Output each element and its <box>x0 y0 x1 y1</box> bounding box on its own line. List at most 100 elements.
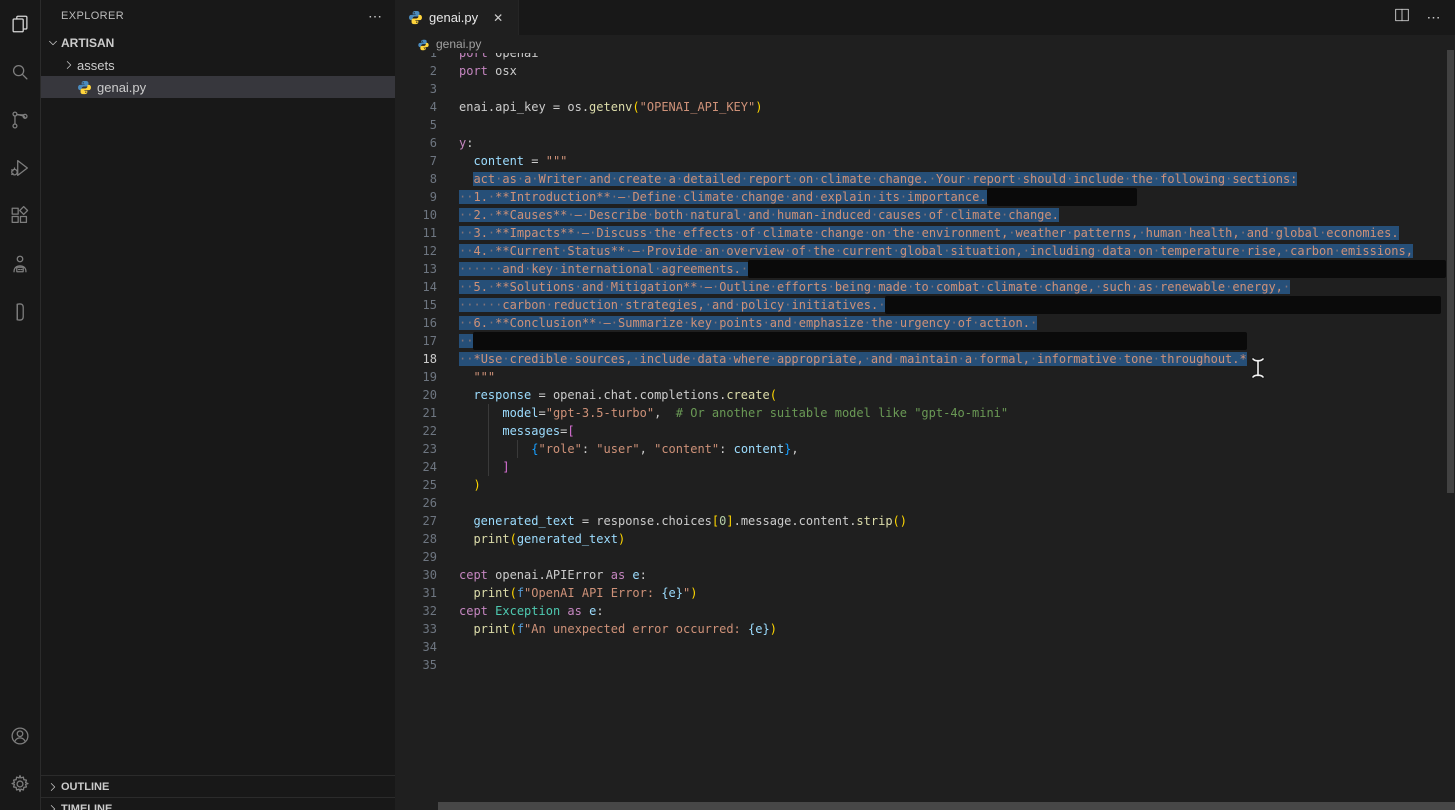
line-number: 4 <box>396 98 437 116</box>
code-line-28[interactable]: 28 print(generated_text) <box>396 530 1455 548</box>
code-token: ··1.·**Introduction**·—·Define·climate·c… <box>459 190 987 204</box>
code-token: "user" <box>596 442 639 456</box>
code-line-11[interactable]: 11··3.·**Impacts**·—·Discuss·the·effects… <box>396 224 1455 242</box>
line-number: 3 <box>396 80 437 98</box>
line-number: 14 <box>396 278 437 296</box>
line-number: 25 <box>396 476 437 494</box>
code-token: """ <box>546 154 568 168</box>
tab-genai-py[interactable]: genai.py ✕ <box>396 0 519 35</box>
activity-person-extension-button[interactable] <box>0 240 40 288</box>
tab-close-icon[interactable]: ✕ <box>488 8 508 28</box>
code-token <box>459 154 473 168</box>
code-token: : <box>582 442 596 456</box>
explorer-more-actions-icon[interactable]: ⋯ <box>368 8 383 25</box>
activity-search-button[interactable] <box>0 48 40 96</box>
code-line-20[interactable]: 20 response = openai.chat.completions.cr… <box>396 386 1455 404</box>
code-line-22[interactable]: 22 messages=[ <box>396 422 1455 440</box>
horizontal-scrollbar-thumb[interactable] <box>438 802 1455 810</box>
activity-settings-gear-button[interactable] <box>0 760 40 808</box>
line-number: 17 <box>396 332 437 350</box>
code-line-34[interactable]: 34 <box>396 638 1455 656</box>
code-line-32[interactable]: 32cept Exception as e: <box>396 602 1455 620</box>
activity-files-button[interactable] <box>0 0 40 48</box>
code-token: ) <box>770 622 777 636</box>
code-token: , <box>654 406 676 420</box>
code-token: f <box>517 586 524 600</box>
person-extension-icon <box>9 253 31 275</box>
code-line-7[interactable]: 7 content = """ <box>396 152 1455 170</box>
code-token: ··6.·**Conclusion**·—·Summarize·key·poin… <box>459 316 1037 330</box>
code-line-33[interactable]: 33 print(f"An unexpected error occurred:… <box>396 620 1455 638</box>
code-token: cept <box>459 604 488 618</box>
code-line-16[interactable]: 16··6.·**Conclusion**·—·Summarize·key·po… <box>396 314 1455 332</box>
code-line-30[interactable]: 30cept openai.APIError as e: <box>396 566 1455 584</box>
activity-bar <box>0 0 41 810</box>
panel-outline[interactable]: OUTLINE <box>41 775 395 798</box>
tree-item-genai-py[interactable]: genai.py <box>41 76 395 98</box>
code-line-14[interactable]: 14··5.·**Solutions·and·Mitigation**·—·Ou… <box>396 278 1455 296</box>
code-line-2[interactable]: 2port osx <box>396 62 1455 80</box>
line-number: 10 <box>396 206 437 224</box>
editor-body[interactable]: genai.py 1port openai2port osx34enai.api… <box>396 35 1455 810</box>
code-line-6[interactable]: 6y: <box>396 134 1455 152</box>
panel-timeline[interactable]: TIMELINE <box>41 797 395 810</box>
panel-label: OUTLINE <box>61 781 109 793</box>
redacted-block <box>987 188 1137 206</box>
code-line-18[interactable]: 18··*Use·credible·sources,·include·data·… <box>396 350 1455 368</box>
code-line-8[interactable]: 8 act·as·a·Writer·and·create·a·detailed·… <box>396 170 1455 188</box>
breadcrumb[interactable]: genai.py <box>396 35 1455 53</box>
code-line-29[interactable]: 29 <box>396 548 1455 566</box>
code-line-23[interactable]: 23 {"role": "user", "content": content}, <box>396 440 1455 458</box>
code-token: ( <box>510 586 517 600</box>
vertical-scrollbar-thumb[interactable] <box>1447 50 1454 493</box>
code-token <box>459 406 502 420</box>
code-line-24[interactable]: 24 ] <box>396 458 1455 476</box>
code-line-27[interactable]: 27 generated_text = response.choices[0].… <box>396 512 1455 530</box>
code-line-9[interactable]: 9··1.·**Introduction**·—·Define·climate·… <box>396 188 1455 206</box>
code-line-12[interactable]: 12··4.·**Current·Status**·—·Provide·an·o… <box>396 242 1455 260</box>
activity-account-button[interactable] <box>0 712 40 760</box>
code-line-13[interactable]: 13······and·key·international·agreements… <box>396 260 1455 278</box>
code-lines: 1port openai2port osx34enai.api_key = os… <box>396 44 1455 674</box>
code-line-19[interactable]: 19 """ <box>396 368 1455 386</box>
line-number: 20 <box>396 386 437 404</box>
code-line-31[interactable]: 31 print(f"OpenAI API Error: {e}") <box>396 584 1455 602</box>
redacted-block <box>885 296 1441 314</box>
code-line-3[interactable]: 3 <box>396 80 1455 98</box>
tree-item-assets[interactable]: assets <box>41 54 395 76</box>
code-token: ··3.·**Impacts**·—·Discuss·the·effects·o… <box>459 226 1399 240</box>
activity-run-debug-button[interactable] <box>0 144 40 192</box>
code-line-35[interactable]: 35 <box>396 656 1455 674</box>
code-token: ] <box>726 514 733 528</box>
code-token <box>459 586 473 600</box>
breadcrumb-file-label: genai.py <box>436 37 481 51</box>
search-icon <box>9 61 31 83</box>
line-number: 8 <box>396 170 437 188</box>
indent-guide <box>488 404 489 422</box>
code-line-25[interactable]: 25 ) <box>396 476 1455 494</box>
split-editor-button[interactable] <box>1389 5 1415 31</box>
code-line-15[interactable]: 15······carbon·reduction·strategies,·and… <box>396 296 1455 314</box>
code-line-26[interactable]: 26 <box>396 494 1455 512</box>
activity-extensions-button[interactable] <box>0 192 40 240</box>
chevron-right-icon <box>61 57 77 73</box>
code-line-5[interactable]: 5 <box>396 116 1455 134</box>
code-token: : <box>596 604 603 618</box>
code-token: ) <box>473 478 480 492</box>
code-token: generated_text <box>473 514 574 528</box>
code-token: osx <box>488 64 517 78</box>
line-number: 30 <box>396 566 437 584</box>
code-token: "role" <box>538 442 581 456</box>
line-number: 32 <box>396 602 437 620</box>
code-token: "gpt-3.5-turbo" <box>546 406 654 420</box>
activity-source-control-button[interactable] <box>0 96 40 144</box>
tree-root-folder[interactable]: ARTISAN <box>41 32 395 54</box>
code-line-21[interactable]: 21 model="gpt-3.5-turbo", # Or another s… <box>396 404 1455 422</box>
activity-book-extension-button[interactable] <box>0 288 40 336</box>
code-token: f <box>517 622 524 636</box>
line-number: 35 <box>396 656 437 674</box>
code-line-17[interactable]: 17·· <box>396 332 1455 350</box>
more-actions-button[interactable]: ⋯ <box>1421 5 1447 31</box>
code-line-10[interactable]: 10··2.·**Causes**·—·Describe·both·natura… <box>396 206 1455 224</box>
code-line-4[interactable]: 4enai.api_key = os.getenv("OPENAI_API_KE… <box>396 98 1455 116</box>
